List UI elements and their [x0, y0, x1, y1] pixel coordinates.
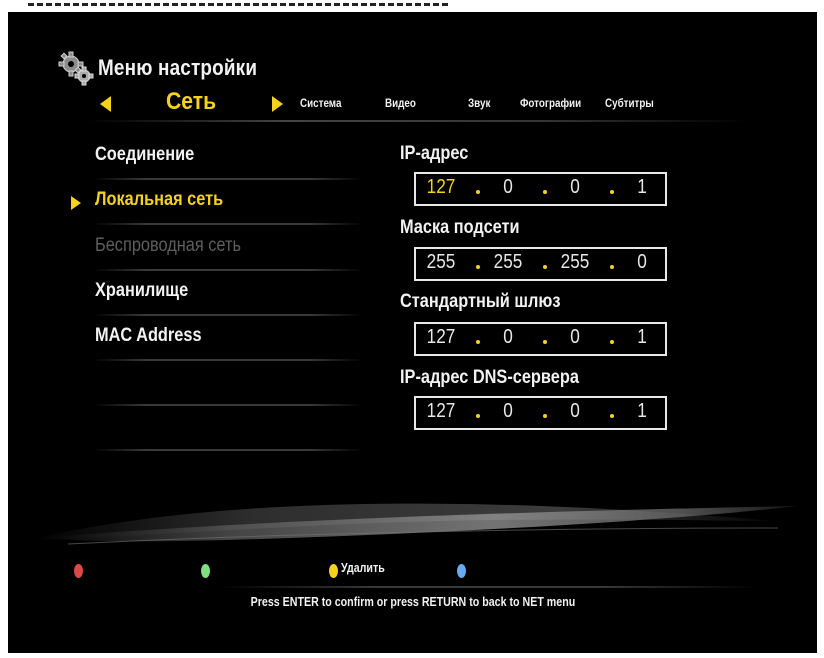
menu-title: Меню настройки [98, 55, 258, 80]
ip-octet[interactable]: 1 [622, 326, 662, 349]
menu-item-connection[interactable]: Соединение [68, 140, 368, 184]
ip-octet[interactable]: 255 [488, 251, 528, 274]
legend-divider [218, 586, 758, 588]
decorative-swoosh [28, 503, 798, 545]
triangle-left-icon[interactable] [100, 96, 111, 112]
blue-button-icon[interactable] [457, 564, 466, 578]
octet-separator [610, 265, 614, 269]
octet-separator [476, 340, 480, 344]
tab-photos[interactable]: Фотографии [520, 96, 581, 110]
red-button-icon[interactable] [74, 564, 83, 578]
menu-item-label: Беспроводная сеть [95, 235, 241, 256]
ip-octet[interactable]: 0 [555, 176, 595, 199]
menu-divider [93, 449, 363, 451]
help-text-label: Press ENTER to confirm or press RETURN t… [250, 594, 575, 609]
ip-octet[interactable]: 1 [622, 400, 662, 423]
ip-octet[interactable]: 127 [421, 326, 461, 349]
page: Меню настройки Сеть Система Видео Звук Ф… [0, 0, 824, 658]
default-gateway-field[interactable]: 127 0 0 1 [414, 322, 667, 356]
dns-server-field[interactable]: 127 0 0 1 [414, 396, 667, 430]
tab-active-network[interactable]: Сеть [166, 88, 216, 116]
octet-separator [543, 414, 547, 418]
octet-separator [543, 340, 547, 344]
menu-divider [93, 178, 363, 180]
ip-octet[interactable]: 127 [421, 176, 461, 199]
green-button-icon[interactable] [201, 564, 210, 578]
top-edge-dashes [28, 3, 448, 6]
octet-separator [476, 190, 480, 194]
octet-separator [476, 414, 480, 418]
octet-separator [610, 190, 614, 194]
triangle-right-icon[interactable] [272, 96, 283, 112]
dns-server-label: IP-адрес DNS-сервера [400, 367, 579, 388]
ip-octet[interactable]: 0 [555, 326, 595, 349]
ip-octet[interactable]: 0 [488, 176, 528, 199]
ip-address-field[interactable]: 127 0 0 1 [414, 172, 667, 206]
ip-octet[interactable]: 127 [421, 400, 461, 423]
ip-address-label: IP-адрес [400, 143, 469, 164]
ip-octet[interactable]: 1 [622, 176, 662, 199]
menu-item-wireless: Беспроводная сеть [68, 231, 368, 275]
menu-divider [93, 359, 363, 361]
tab-bar-divider [88, 120, 748, 122]
menu-divider [93, 223, 363, 225]
menu-item-label: Соединение [95, 144, 195, 165]
menu-divider [93, 404, 363, 406]
octet-separator [543, 190, 547, 194]
menu-item-label: MAC Address [95, 325, 202, 346]
menu-divider [93, 269, 363, 271]
gears-icon [58, 50, 94, 86]
ip-octet[interactable]: 255 [421, 251, 461, 274]
menu-divider [93, 314, 363, 316]
tab-audio[interactable]: Звук [468, 96, 490, 110]
triangle-right-icon [71, 196, 81, 210]
menu-empty-slot [68, 366, 368, 410]
octet-separator [610, 340, 614, 344]
ip-octet[interactable]: 0 [555, 400, 595, 423]
menu-empty-slot [68, 411, 368, 455]
tab-video[interactable]: Видео [385, 96, 416, 110]
menu-title-row: Меню настройки [58, 48, 283, 88]
menu-item-lan[interactable]: Локальная сеть [68, 185, 368, 229]
help-text: Press ENTER to confirm or press RETURN t… [8, 594, 817, 609]
menu-item-label: Локальная сеть [95, 189, 224, 210]
octet-separator [543, 265, 547, 269]
yellow-button-label: Удалить [341, 560, 385, 575]
ip-octet[interactable]: 255 [555, 251, 595, 274]
yellow-button-icon[interactable] [329, 564, 338, 578]
ip-octet[interactable]: 0 [488, 326, 528, 349]
octet-separator [476, 265, 480, 269]
tv-screen: Меню настройки Сеть Система Видео Звук Ф… [8, 12, 817, 653]
octet-separator [610, 414, 614, 418]
menu-item-mac-address[interactable]: MAC Address [68, 321, 368, 365]
tab-subtitles[interactable]: Субтитры [605, 96, 654, 110]
tab-system[interactable]: Система [300, 96, 341, 110]
subnet-mask-label: Маска подсети [400, 217, 520, 238]
subnet-mask-field[interactable]: 255 255 255 0 [414, 247, 667, 281]
menu-item-storage[interactable]: Хранилище [68, 276, 368, 320]
ip-octet[interactable]: 0 [622, 251, 662, 274]
tab-bar: Сеть Система Видео Звук Фотографии Субти… [100, 88, 800, 116]
ip-octet[interactable]: 0 [488, 400, 528, 423]
default-gateway-label: Стандартный шлюз [400, 291, 561, 312]
menu-item-label: Хранилище [95, 280, 189, 301]
